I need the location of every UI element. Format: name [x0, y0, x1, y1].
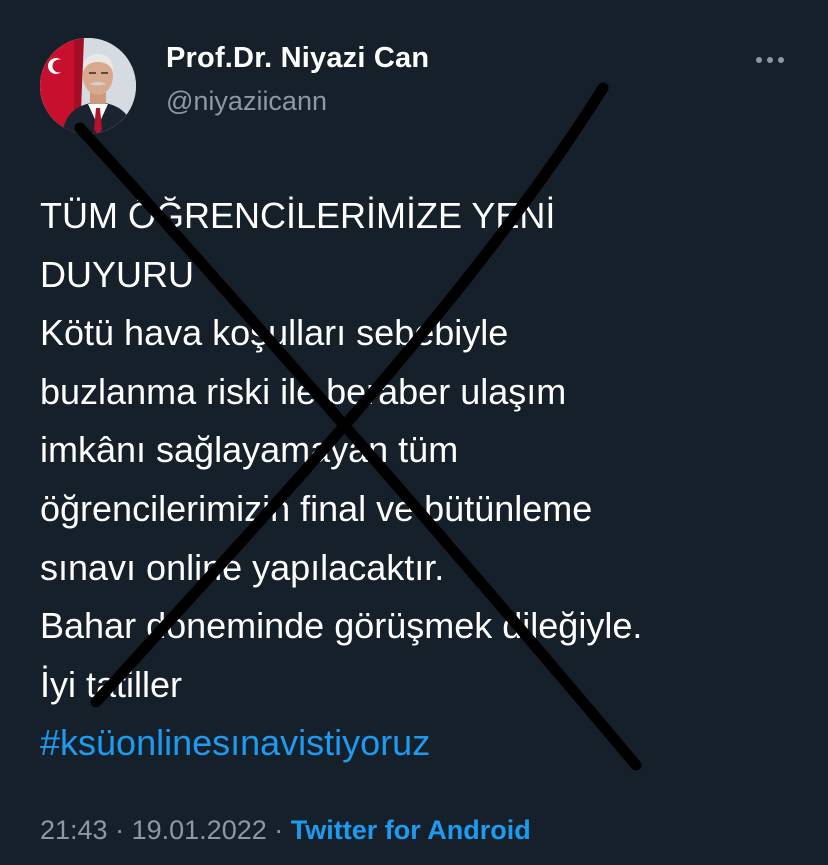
separator: · [115, 815, 125, 845]
tweet-text-line: DUYURU [40, 253, 195, 295]
more-horizontal-icon[interactable] [752, 52, 788, 68]
tweet-time[interactable]: 21:43 [40, 815, 108, 845]
tweet-source-link[interactable]: Twitter for Android [291, 815, 531, 845]
tweet-date[interactable]: 19.01.2022 [132, 815, 267, 845]
tweet: Prof.Dr. Niyazi Can @niyaziicann TÜM ÖĞR… [0, 0, 828, 865]
tweet-text-line: İyi tatiller [40, 663, 183, 705]
avatar-image [40, 38, 136, 134]
separator: · [274, 815, 284, 845]
dot [767, 57, 773, 63]
tweet-text-line: sınavı online yapılacaktır. [40, 546, 445, 588]
author-display-name[interactable]: Prof.Dr. Niyazi Can [166, 42, 429, 75]
dot [778, 57, 784, 63]
tweet-text-line: TÜM ÖĞRENCİLERİMİZE YENİ [40, 195, 556, 236]
tweet-text-line: imkânı sağlayamayan tüm [40, 429, 459, 471]
avatar[interactable] [40, 38, 136, 134]
hashtag-link[interactable]: #ksüonlinesınavistiyoruz [40, 714, 800, 773]
tweet-text-line: öğrencilerimizin final ve bütünleme [40, 487, 593, 529]
tweet-text-line: Bahar döneminde görüşmek dileğiyle. [40, 605, 643, 647]
author-handle[interactable]: @niyaziicann [166, 86, 327, 117]
dot [756, 57, 762, 63]
tweet-text-line: buzlanma riski ile beraber ulaşım [40, 370, 567, 412]
tweet-metadata: 21:43 · 19.01.2022 · Twitter for Android [40, 815, 531, 846]
tweet-text-line: Kötü hava koşulları sebebiyle [40, 312, 509, 354]
tweet-text: TÜM ÖĞRENCİLERİMİZE YENİ DUYURU Kötü hav… [40, 187, 800, 773]
